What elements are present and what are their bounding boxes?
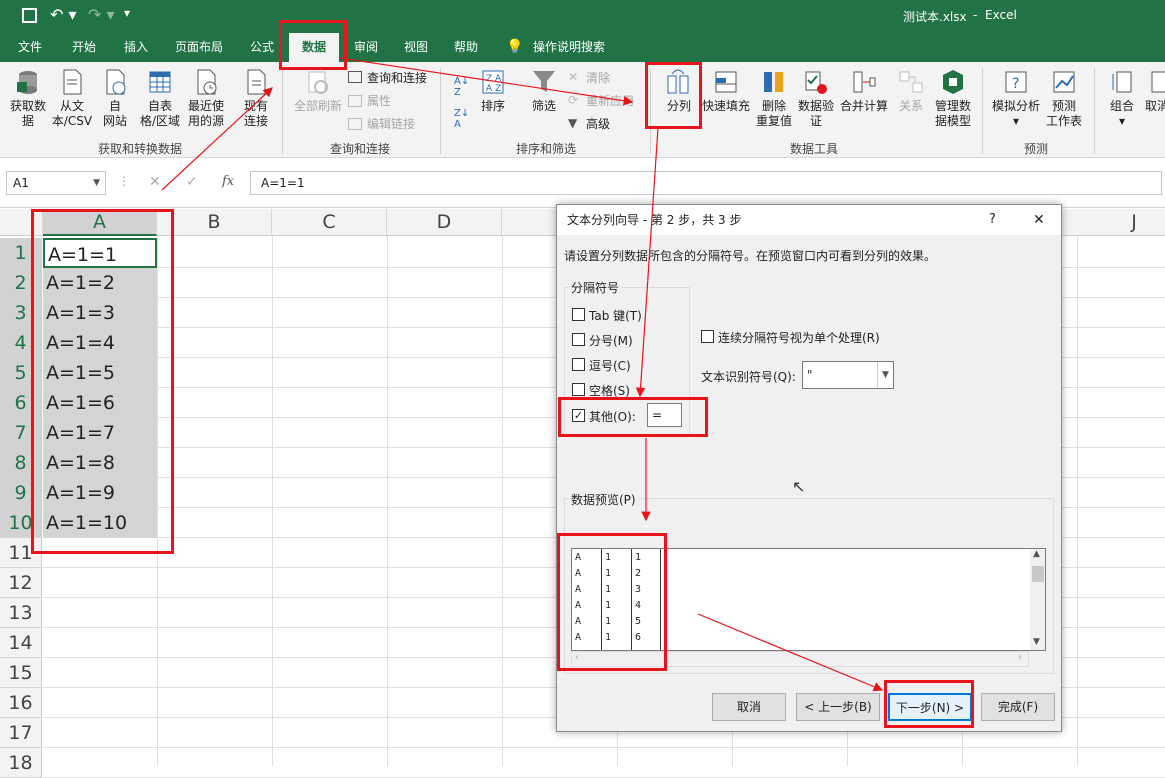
arrow-to-next bbox=[697, 613, 884, 692]
arrow-to-existing-connections bbox=[161, 87, 273, 191]
annotation-arrows bbox=[161, 57, 884, 692]
arrow-to-other bbox=[635, 127, 659, 398]
arrow-tab-to-ribbon bbox=[339, 57, 634, 106]
